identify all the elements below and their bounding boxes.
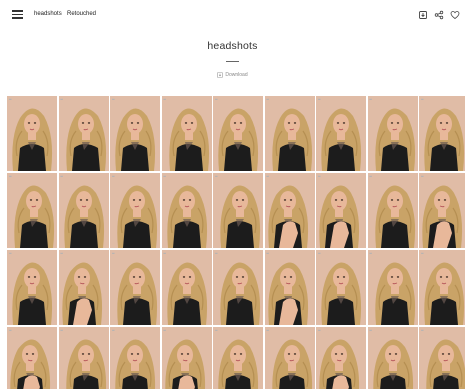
watermark: ▪▪▪ — [318, 329, 321, 332]
top-bar: headshots Retouched — [0, 0, 465, 30]
watermark: ▪▪▪ — [60, 252, 64, 255]
photo-thumbnail[interactable]: ▪▪▪ — [367, 250, 418, 325]
download-label: Download — [225, 72, 248, 78]
menu-icon[interactable] — [12, 10, 23, 19]
photo-thumbnail[interactable]: ▪▪▪ — [110, 327, 160, 389]
gallery-header: headshots Download — [0, 30, 465, 94]
watermark: ▪▪▪ — [421, 98, 424, 101]
photo-thumbnail[interactable]: ▪▪▪ — [419, 250, 465, 325]
watermark: ▪▪▪ — [318, 252, 321, 255]
photo-thumbnail[interactable]: ▪▪▪ — [7, 327, 57, 389]
watermark: ▪▪▪ — [266, 98, 270, 101]
watermark: ▪▪▪ — [9, 175, 12, 178]
photo-thumbnail[interactable]: ▪▪▪ — [110, 96, 160, 171]
watermark: ▪▪▪ — [369, 252, 373, 255]
photo-thumbnail[interactable]: ▪▪▪ — [213, 250, 263, 325]
photo-thumbnail[interactable]: ▪▪▪ — [316, 173, 366, 248]
watermark: ▪▪▪ — [60, 175, 64, 178]
watermark: ▪▪▪ — [9, 252, 12, 255]
photo-thumbnail[interactable]: ▪▪▪ — [58, 250, 109, 325]
photo-thumbnail[interactable]: ▪▪▪ — [7, 173, 57, 248]
watermark: ▪▪▪ — [215, 252, 218, 255]
watermark: ▪▪▪ — [9, 329, 12, 332]
watermark: ▪▪▪ — [266, 252, 270, 255]
photo-thumbnail[interactable]: ▪▪▪ — [367, 96, 418, 171]
watermark: ▪▪▪ — [163, 252, 167, 255]
download-small-icon — [217, 72, 224, 78]
watermark: ▪▪▪ — [112, 175, 115, 178]
nav-link-headshots[interactable]: headshots — [34, 11, 62, 17]
photo-thumbnail[interactable]: ▪▪▪ — [316, 96, 366, 171]
photo-thumbnail[interactable]: ▪▪▪ — [419, 173, 465, 248]
watermark: ▪▪▪ — [266, 175, 270, 178]
download-icon[interactable] — [418, 10, 428, 20]
watermark: ▪▪▪ — [112, 252, 115, 255]
photo-thumbnail[interactable]: ▪▪▪ — [7, 96, 57, 171]
photo-thumbnail[interactable]: ▪▪▪ — [161, 327, 212, 389]
photo-thumbnail[interactable]: ▪▪▪ — [367, 327, 418, 389]
watermark: ▪▪▪ — [421, 329, 424, 332]
watermark: ▪▪▪ — [60, 329, 64, 332]
photo-thumbnail[interactable]: ▪▪▪ — [161, 96, 212, 171]
download-link[interactable]: Download — [0, 72, 465, 78]
page-title: headshots — [207, 40, 258, 52]
photo-thumbnail[interactable]: ▪▪▪ — [264, 173, 315, 248]
photo-thumbnail[interactable]: ▪▪▪ — [419, 96, 465, 171]
photo-thumbnail[interactable]: ▪▪▪ — [213, 327, 263, 389]
photo-thumbnail[interactable]: ▪▪▪ — [58, 96, 109, 171]
photo-thumbnail[interactable]: ▪▪▪ — [58, 173, 109, 248]
photo-thumbnail[interactable]: ▪▪▪ — [161, 250, 212, 325]
heart-icon[interactable] — [450, 10, 460, 20]
watermark: ▪▪▪ — [369, 98, 373, 101]
watermark: ▪▪▪ — [163, 98, 167, 101]
watermark: ▪▪▪ — [369, 329, 373, 332]
watermark: ▪▪▪ — [60, 98, 64, 101]
watermark: ▪▪▪ — [215, 98, 218, 101]
photo-grid: ▪▪▪ ▪▪▪ ▪▪▪ ▪▪▪ ▪▪▪ ▪▪▪ ▪▪▪ ▪▪▪ ▪▪▪ ▪▪▪ … — [7, 96, 465, 389]
watermark: ▪▪▪ — [266, 329, 270, 332]
watermark: ▪▪▪ — [215, 329, 218, 332]
watermark: ▪▪▪ — [318, 98, 321, 101]
photo-thumbnail[interactable]: ▪▪▪ — [316, 327, 366, 389]
photo-thumbnail[interactable]: ▪▪▪ — [213, 173, 263, 248]
photo-thumbnail[interactable]: ▪▪▪ — [161, 173, 212, 248]
nav-link-retouched[interactable]: Retouched — [67, 11, 96, 17]
watermark: ▪▪▪ — [215, 175, 218, 178]
photo-thumbnail[interactable]: ▪▪▪ — [367, 173, 418, 248]
photo-thumbnail[interactable]: ▪▪▪ — [110, 173, 160, 248]
watermark: ▪▪▪ — [163, 175, 167, 178]
photo-thumbnail[interactable]: ▪▪▪ — [58, 327, 109, 389]
photo-thumbnail[interactable]: ▪▪▪ — [316, 250, 366, 325]
photo-thumbnail[interactable]: ▪▪▪ — [110, 250, 160, 325]
watermark: ▪▪▪ — [421, 175, 424, 178]
watermark: ▪▪▪ — [318, 175, 321, 178]
photo-thumbnail[interactable]: ▪▪▪ — [264, 96, 315, 171]
watermark: ▪▪▪ — [421, 252, 424, 255]
photo-thumbnail[interactable]: ▪▪▪ — [264, 327, 315, 389]
photo-thumbnail[interactable]: ▪▪▪ — [7, 250, 57, 325]
title-divider — [226, 61, 239, 62]
watermark: ▪▪▪ — [9, 98, 12, 101]
photo-thumbnail[interactable]: ▪▪▪ — [419, 327, 465, 389]
photo-thumbnail[interactable]: ▪▪▪ — [213, 96, 263, 171]
watermark: ▪▪▪ — [369, 175, 373, 178]
photo-thumbnail[interactable]: ▪▪▪ — [264, 250, 315, 325]
share-icon[interactable] — [434, 10, 444, 20]
watermark: ▪▪▪ — [112, 98, 115, 101]
watermark: ▪▪▪ — [163, 329, 167, 332]
watermark: ▪▪▪ — [112, 329, 115, 332]
